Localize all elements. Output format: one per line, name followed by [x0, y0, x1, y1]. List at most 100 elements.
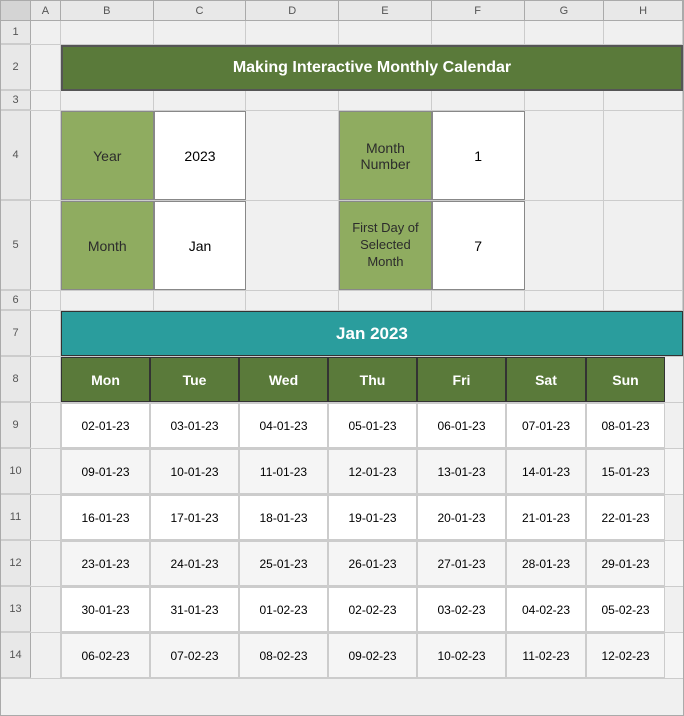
month-number-label: Month Number [344, 140, 427, 172]
cell-3g [525, 91, 605, 110]
cal-row5-col3: 09-02-23 [328, 633, 417, 678]
rownum-2: 2 [1, 45, 31, 90]
month-value-cell[interactable]: Jan [154, 201, 247, 290]
cell-5d [246, 201, 339, 290]
calendar-title: Jan 2023 [336, 324, 408, 344]
cal-row4-col0: 30-01-23 [61, 587, 150, 632]
month-number-label-cell: Month Number [339, 111, 432, 200]
cell-3c [154, 91, 247, 110]
cal-row1-col3: 12-01-23 [328, 449, 417, 494]
month-number-value: 1 [474, 148, 482, 164]
month-label: Month [88, 238, 127, 254]
rownum-8: 8 [1, 357, 31, 402]
cal-row0-col5: 07-01-23 [506, 403, 586, 448]
cell-6f [432, 291, 525, 310]
cell-1a [31, 21, 61, 44]
month-label-cell: Month [61, 201, 154, 290]
cell-1h [604, 21, 683, 44]
cal-row3-col3: 26-01-23 [328, 541, 417, 586]
rownum-9: 9 [1, 403, 31, 448]
cal-row1-col6: 15-01-23 [586, 449, 665, 494]
rownum-5: 5 [1, 201, 31, 290]
day-sat: Sat [506, 357, 586, 402]
cell-6b [61, 291, 154, 310]
cell-1g [525, 21, 605, 44]
day-wed: Wed [239, 357, 328, 402]
row-13: 13 30-01-23 31-01-23 01-02-23 02-02-23 0… [1, 587, 683, 633]
cal-row0-col1: 03-01-23 [150, 403, 239, 448]
row-14: 14 06-02-23 07-02-23 08-02-23 09-02-23 1… [1, 633, 683, 679]
cal-row3-col4: 27-01-23 [417, 541, 506, 586]
calendar-title-cell: Jan 2023 [61, 311, 683, 356]
row-6: 6 [1, 291, 683, 311]
col-b: B [61, 1, 154, 20]
rownum-3: 3 [1, 91, 31, 110]
row-1: 1 [1, 21, 683, 45]
title-cell: Making Interactive Monthly Calendar [61, 45, 683, 91]
cal-row5-col4: 10-02-23 [417, 633, 506, 678]
cell-1d [246, 21, 339, 44]
cell-6e [339, 291, 432, 310]
first-day-value-cell[interactable]: 7 [432, 201, 525, 290]
cal-row4-col4: 03-02-23 [417, 587, 506, 632]
cell-6d [246, 291, 339, 310]
row-5: 5 Month Jan First Day of Selected Month … [1, 201, 683, 291]
cell-5h [604, 201, 683, 290]
cal-row5-col6: 12-02-23 [586, 633, 665, 678]
cal-row1-col2: 11-01-23 [239, 449, 328, 494]
cell-4d [246, 111, 339, 200]
cell-5g [525, 201, 605, 290]
cal-row1-col1: 10-01-23 [150, 449, 239, 494]
rownum-7: 7 [1, 311, 31, 356]
cal-row2-col1: 17-01-23 [150, 495, 239, 540]
day-sun: Sun [586, 357, 665, 402]
spreadsheet: A B C D E F G H 1 2 Making Interactive M… [0, 0, 684, 716]
day-mon: Mon [61, 357, 150, 402]
year-label: Year [93, 148, 121, 164]
row-10: 10 09-01-23 10-01-23 11-01-23 12-01-23 1… [1, 449, 683, 495]
first-day-label: First Day of Selected Month [344, 220, 427, 271]
cal-row1-col4: 13-01-23 [417, 449, 506, 494]
cell-3b [61, 91, 154, 110]
cell-3f [432, 91, 525, 110]
row-12: 12 23-01-23 24-01-23 25-01-23 26-01-23 2… [1, 541, 683, 587]
cell-6g [525, 291, 605, 310]
cal-row0-col3: 05-01-23 [328, 403, 417, 448]
cal-row2-col0: 16-01-23 [61, 495, 150, 540]
rownum-10: 10 [1, 449, 31, 494]
cell-1c [154, 21, 247, 44]
cal-row5-col2: 08-02-23 [239, 633, 328, 678]
column-headers: A B C D E F G H [1, 1, 683, 21]
cal-row0-col6: 08-01-23 [586, 403, 665, 448]
cal-row2-col2: 18-01-23 [239, 495, 328, 540]
cal-row5-col5: 11-02-23 [506, 633, 586, 678]
row-9: 9 02-01-23 03-01-23 04-01-23 05-01-23 06… [1, 403, 683, 449]
cal-row3-col5: 28-01-23 [506, 541, 586, 586]
rownum-4: 4 [1, 111, 31, 200]
month-number-value-cell[interactable]: 1 [432, 111, 525, 200]
cal-row2-col5: 21-01-23 [506, 495, 586, 540]
cal-row0-col0: 02-01-23 [61, 403, 150, 448]
row-2: 2 Making Interactive Monthly Calendar [1, 45, 683, 91]
cal-row4-col1: 31-01-23 [150, 587, 239, 632]
rownum-11: 11 [1, 495, 31, 540]
cal-row1-col0: 09-01-23 [61, 449, 150, 494]
cell-4a [31, 111, 61, 200]
year-value-cell[interactable]: 2023 [154, 111, 247, 200]
cal-row4-col5: 04-02-23 [506, 587, 586, 632]
cell-13a [31, 587, 61, 632]
corner-cell [1, 1, 31, 20]
year-label-cell: Year [61, 111, 154, 200]
month-value: Jan [189, 238, 212, 254]
row-8: 8 Mon Tue Wed Thu Fri Sat Sun [1, 357, 683, 403]
first-day-label-cell: First Day of Selected Month [339, 201, 432, 290]
row-11: 11 16-01-23 17-01-23 18-01-23 19-01-23 2… [1, 495, 683, 541]
cal-row3-col1: 24-01-23 [150, 541, 239, 586]
col-a: A [31, 1, 61, 20]
cal-row0-col2: 04-01-23 [239, 403, 328, 448]
cal-row5-col1: 07-02-23 [150, 633, 239, 678]
cell-9a [31, 403, 61, 448]
cell-10a [31, 449, 61, 494]
rownum-12: 12 [1, 541, 31, 586]
cal-row0-col4: 06-01-23 [417, 403, 506, 448]
